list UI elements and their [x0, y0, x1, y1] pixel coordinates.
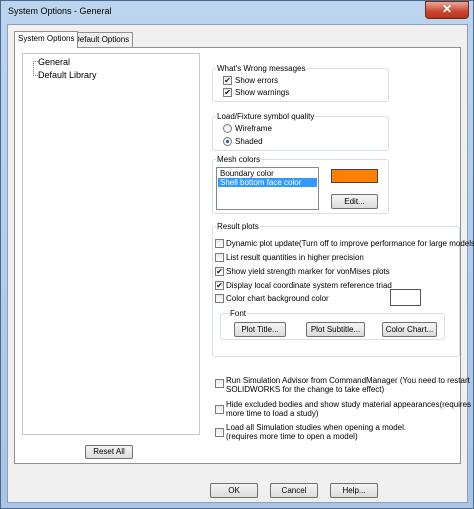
plot-subtitle-button[interactable]: Plot Subtitle...: [306, 322, 365, 337]
shaded-label: Shaded: [235, 137, 263, 146]
cancel-button[interactable]: Cancel: [270, 483, 318, 498]
chart-bg-color-swatch[interactable]: [390, 289, 421, 306]
wireframe-radio[interactable]: [223, 124, 232, 133]
tree-item-general[interactable]: General: [38, 57, 70, 67]
dialog-footer: OK Cancel Help...: [8, 472, 467, 502]
chart-bg-color-checkbox[interactable]: [215, 294, 224, 303]
color-chart-button[interactable]: Color Chart...: [382, 322, 437, 337]
show-warnings-checkbox[interactable]: ✔: [223, 88, 232, 97]
plot-title-button[interactable]: Plot Title...: [234, 322, 286, 337]
system-options-window: System Options - General ✕ System Option…: [0, 0, 474, 509]
chart-bg-color-label: Color chart background color: [226, 294, 329, 303]
load-all-studies-label-line1: Load all Simulation studies when opening…: [226, 423, 407, 432]
simulation-advisor-checkbox[interactable]: [215, 379, 224, 388]
show-errors-checkbox[interactable]: ✔: [223, 76, 232, 85]
font-title: Font: [229, 309, 248, 318]
yield-strength-marker-checkbox[interactable]: ✔: [215, 267, 224, 276]
show-warnings-label: Show warnings: [235, 88, 290, 97]
wireframe-label: Wireframe: [235, 124, 272, 133]
whats-wrong-title: What's Wrong messages: [216, 64, 307, 73]
list-item[interactable]: Shell bottom face color: [218, 178, 317, 187]
tab-system-options[interactable]: System Options: [14, 31, 79, 48]
hide-excluded-bodies-checkbox[interactable]: [215, 405, 224, 414]
options-tree[interactable]: General Default Library: [22, 53, 200, 435]
load-all-studies-checkbox[interactable]: [215, 428, 224, 437]
reset-all-button[interactable]: Reset All: [85, 445, 133, 459]
tree-item-default-library[interactable]: Default Library: [38, 70, 97, 80]
reference-triad-label: Display local coordinate system referenc…: [226, 281, 392, 290]
help-button[interactable]: Help...: [330, 483, 378, 498]
dynamic-plot-update-label: Dynamic plot update(Turn off to improve …: [226, 239, 474, 248]
simulation-advisor-label-line1: Run Simulation Advisor from CommandManag…: [226, 376, 470, 385]
simulation-advisor-label-line2: SOLIDWORKS for the change to take effect…: [226, 385, 385, 394]
reference-triad-checkbox[interactable]: ✔: [215, 281, 224, 290]
hide-excluded-bodies-label-line2: more time to load a study): [226, 409, 319, 418]
mesh-colors-list[interactable]: Boundary color Shell bottom face color: [216, 167, 319, 210]
dynamic-plot-update-checkbox[interactable]: [215, 239, 224, 248]
list-item[interactable]: Boundary color: [218, 169, 317, 178]
result-plots-title: Result plots: [216, 222, 260, 231]
hide-excluded-bodies-label-line1: Hide excluded bodies and show study mate…: [226, 400, 472, 409]
mesh-color-swatch: [331, 169, 378, 183]
higher-precision-checkbox[interactable]: [215, 253, 224, 262]
title-bar[interactable]: System Options - General ✕: [1, 1, 473, 21]
window-title: System Options - General: [8, 6, 112, 16]
edit-button[interactable]: Edit...: [331, 194, 378, 209]
close-button[interactable]: ✕: [425, 1, 469, 19]
tab-default-options[interactable]: Default Options: [70, 32, 134, 47]
tree-connector: [33, 61, 35, 76]
yield-strength-marker-label: Show yield strength marker for vonMises …: [226, 267, 390, 276]
shaded-radio[interactable]: [223, 137, 232, 146]
radio-selected-dot: [226, 140, 229, 143]
ok-button[interactable]: OK: [210, 483, 258, 498]
show-errors-label: Show errors: [235, 76, 279, 85]
dialog-client-area: System Options Default Options General D…: [7, 24, 474, 503]
higher-precision-label: List result quantities in higher precisi…: [226, 253, 364, 262]
load-all-studies-label-line2: (requires more time to open a model): [226, 432, 358, 441]
mesh-colors-title: Mesh colors: [216, 155, 262, 164]
tab-panel: General Default Library What's Wrong mes…: [14, 47, 474, 464]
load-fixture-title: Load/Fixture symbol quality: [216, 112, 316, 121]
